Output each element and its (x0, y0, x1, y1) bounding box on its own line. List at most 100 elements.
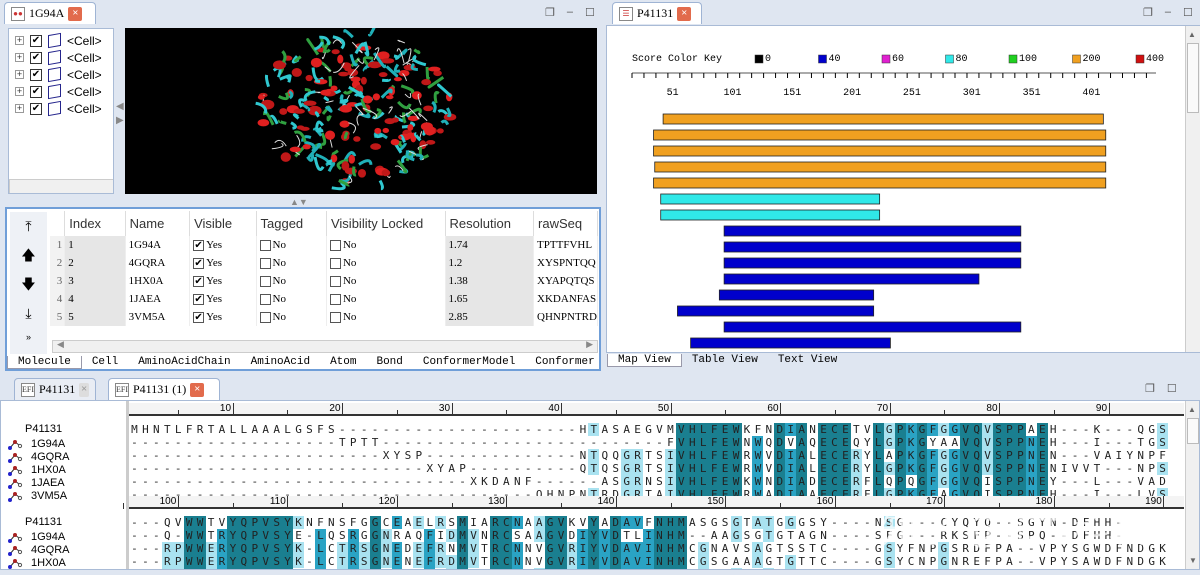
locked-cell[interactable]: No (326, 272, 446, 290)
table-row[interactable]: 4 4 1JAEA ✔ Yes No No 1.65 XKDANFAS (50, 290, 598, 308)
tab-atom[interactable]: Atom (320, 356, 366, 369)
column-header[interactable]: Tagged (256, 211, 327, 236)
hit-bar[interactable] (653, 129, 1107, 141)
tab-alignment-1[interactable]: EFI P41131 × (14, 378, 96, 400)
locked-checkbox[interactable] (329, 257, 341, 269)
sequence-name[interactable]: P41131 (25, 516, 62, 529)
sequence-name[interactable]: 1HX0A (7, 557, 66, 569)
collapse-arrows-icon[interactable]: ◀ ▶ (116, 100, 124, 128)
table-hscrollbar[interactable]: ◀ ▶ (52, 339, 598, 353)
tab-alignment-2[interactable]: EFI P41131 (1) × (108, 378, 220, 400)
hit-bar[interactable] (723, 257, 1022, 269)
sequence-name[interactable]: 4GQRA (7, 451, 70, 464)
move-top-icon[interactable]: ⤒ (10, 212, 47, 241)
visibility-checkbox[interactable]: ✔ (30, 51, 42, 64)
table-row[interactable]: 1 1 1G94A ✔ Yes No No 1.74 TPTTFVHL (50, 236, 598, 254)
tab-conformermodel[interactable]: ConformerModel (413, 356, 525, 369)
table-row[interactable]: 2 2 4GQRA ✔ Yes No No 1.2 XYSPNTQQ (50, 254, 598, 272)
visible-cell[interactable]: ✔ Yes (189, 254, 257, 272)
minimize-icon[interactable]: – (567, 6, 573, 19)
visibility-checkbox[interactable]: ✔ (30, 68, 42, 81)
tab-blast[interactable]: ☰ P41131 × (612, 2, 702, 24)
sequence-row[interactable]: -------------------TPTT-----------------… (129, 436, 1169, 449)
maximize-icon[interactable]: ☐ (1167, 382, 1177, 395)
expand-icon[interactable]: + (15, 87, 24, 96)
sequence-row[interactable]: MHNTLFRTALLAAALGSFS---------------------… (129, 423, 1169, 436)
column-header[interactable]: Visibility Locked (326, 211, 446, 236)
tree-item[interactable]: + ✔ <Cell> (15, 66, 102, 83)
tagged-cell[interactable]: No (256, 308, 327, 326)
alignment-vscrollbar[interactable]: ▲ ▼ (1185, 401, 1199, 569)
minimize-icon[interactable]: – (1165, 6, 1171, 19)
hit-bar[interactable] (654, 161, 1107, 173)
table-row[interactable]: 3 3 1HX0A ✔ Yes No No 1.38 XYAPQTQS (50, 272, 598, 290)
sequence-name[interactable]: 1G94A (7, 531, 65, 544)
hit-bar[interactable] (662, 113, 1104, 125)
splitter-arrows-icon[interactable]: ▲▼ (290, 197, 308, 207)
sequence-row[interactable]: -------------------------------XKDANF---… (129, 475, 1168, 488)
locked-checkbox[interactable] (329, 239, 341, 251)
hit-bar[interactable] (677, 305, 875, 317)
close-icon[interactable]: × (79, 382, 89, 397)
column-header[interactable]: Name (125, 211, 191, 236)
sequence-name[interactable]: P41131 (25, 423, 62, 436)
visible-cell[interactable]: ✔ Yes (189, 272, 257, 290)
tab-molecule[interactable]: Molecule (7, 356, 82, 369)
locked-cell[interactable]: No (326, 308, 446, 326)
expand-icon[interactable]: + (15, 104, 24, 113)
tab-conformer[interactable]: Conformer (525, 356, 604, 369)
tree-hscrollbar[interactable] (9, 179, 113, 193)
sequence-row[interactable]: C--RPWWERYQPVSYI-LNTRSGDESAFTDMTRRCNDAGV… (129, 568, 1146, 569)
tab-map-view[interactable]: Map View (607, 354, 682, 367)
hit-bar[interactable] (653, 145, 1107, 157)
tab-bond[interactable]: Bond (366, 356, 412, 369)
visible-cell[interactable]: ✔ Yes (189, 290, 257, 308)
tagged-checkbox[interactable] (259, 257, 271, 269)
hit-bar[interactable] (718, 289, 875, 301)
sequence-row[interactable]: ---------------------------XYAP---------… (129, 462, 1169, 475)
move-down-icon[interactable]: 🡇 (10, 270, 47, 299)
hit-bar[interactable] (723, 225, 1022, 237)
hit-bar[interactable] (723, 321, 1022, 333)
3d-structure-viewer[interactable] (125, 28, 597, 194)
hit-bar[interactable] (660, 193, 881, 205)
move-bottom-icon[interactable]: ⤓ (10, 299, 47, 328)
tree-item[interactable]: + ✔ <Cell> (15, 100, 102, 117)
hit-bar[interactable] (653, 177, 1107, 189)
visibility-checkbox[interactable]: ✔ (30, 85, 42, 98)
tagged-cell[interactable]: No (256, 272, 327, 290)
tagged-checkbox[interactable] (259, 275, 271, 287)
tagged-cell[interactable]: No (256, 290, 327, 308)
tree-item[interactable]: + ✔ <Cell> (15, 83, 102, 100)
tab-structure[interactable]: ●● 1G94A × (4, 2, 96, 24)
map-vscrollbar[interactable]: ▲ (1185, 26, 1200, 352)
visible-checkbox[interactable]: ✔ (193, 257, 205, 269)
column-header[interactable]: Resolution (445, 211, 535, 236)
locked-cell[interactable]: No (326, 236, 446, 254)
expand-icon[interactable]: + (15, 70, 24, 79)
column-header[interactable]: Visible (189, 211, 257, 236)
sequence-row[interactable]: ---RPWWERYQPVSYK-LCTRSGNEDEFRNMVTRCNNVGV… (129, 542, 1168, 555)
locked-checkbox[interactable] (329, 311, 341, 323)
visible-checkbox[interactable]: ✔ (193, 239, 205, 251)
tagged-cell[interactable]: No (256, 236, 327, 254)
tree-item[interactable]: + ✔ <Cell> (15, 32, 102, 49)
visible-checkbox[interactable]: ✔ (193, 293, 205, 305)
tagged-checkbox[interactable] (259, 293, 271, 305)
close-icon[interactable]: × (68, 6, 83, 21)
sequence-name[interactable]: 4GQRA (7, 544, 70, 557)
maximize-icon[interactable]: ☐ (585, 6, 595, 19)
locked-cell[interactable]: No (326, 254, 446, 272)
column-header[interactable]: Index (64, 211, 126, 236)
move-up-icon[interactable]: 🡅 (10, 241, 47, 270)
expand-icon[interactable]: + (15, 36, 24, 45)
sequence-name[interactable]: 3VM5A (7, 490, 67, 503)
sequence-name[interactable]: 1JAEA (7, 477, 65, 490)
hit-bar[interactable] (723, 273, 980, 285)
table-row[interactable]: 5 5 3VM5A ✔ Yes No No 2.85 QHNPNTRD (50, 308, 598, 326)
tree-item[interactable]: + ✔ <Cell> (15, 49, 102, 66)
hit-bar[interactable] (660, 209, 881, 221)
visible-cell[interactable]: ✔ Yes (189, 308, 257, 326)
tab-text-view[interactable]: Text View (768, 354, 847, 367)
expand-icon[interactable]: + (15, 53, 24, 62)
